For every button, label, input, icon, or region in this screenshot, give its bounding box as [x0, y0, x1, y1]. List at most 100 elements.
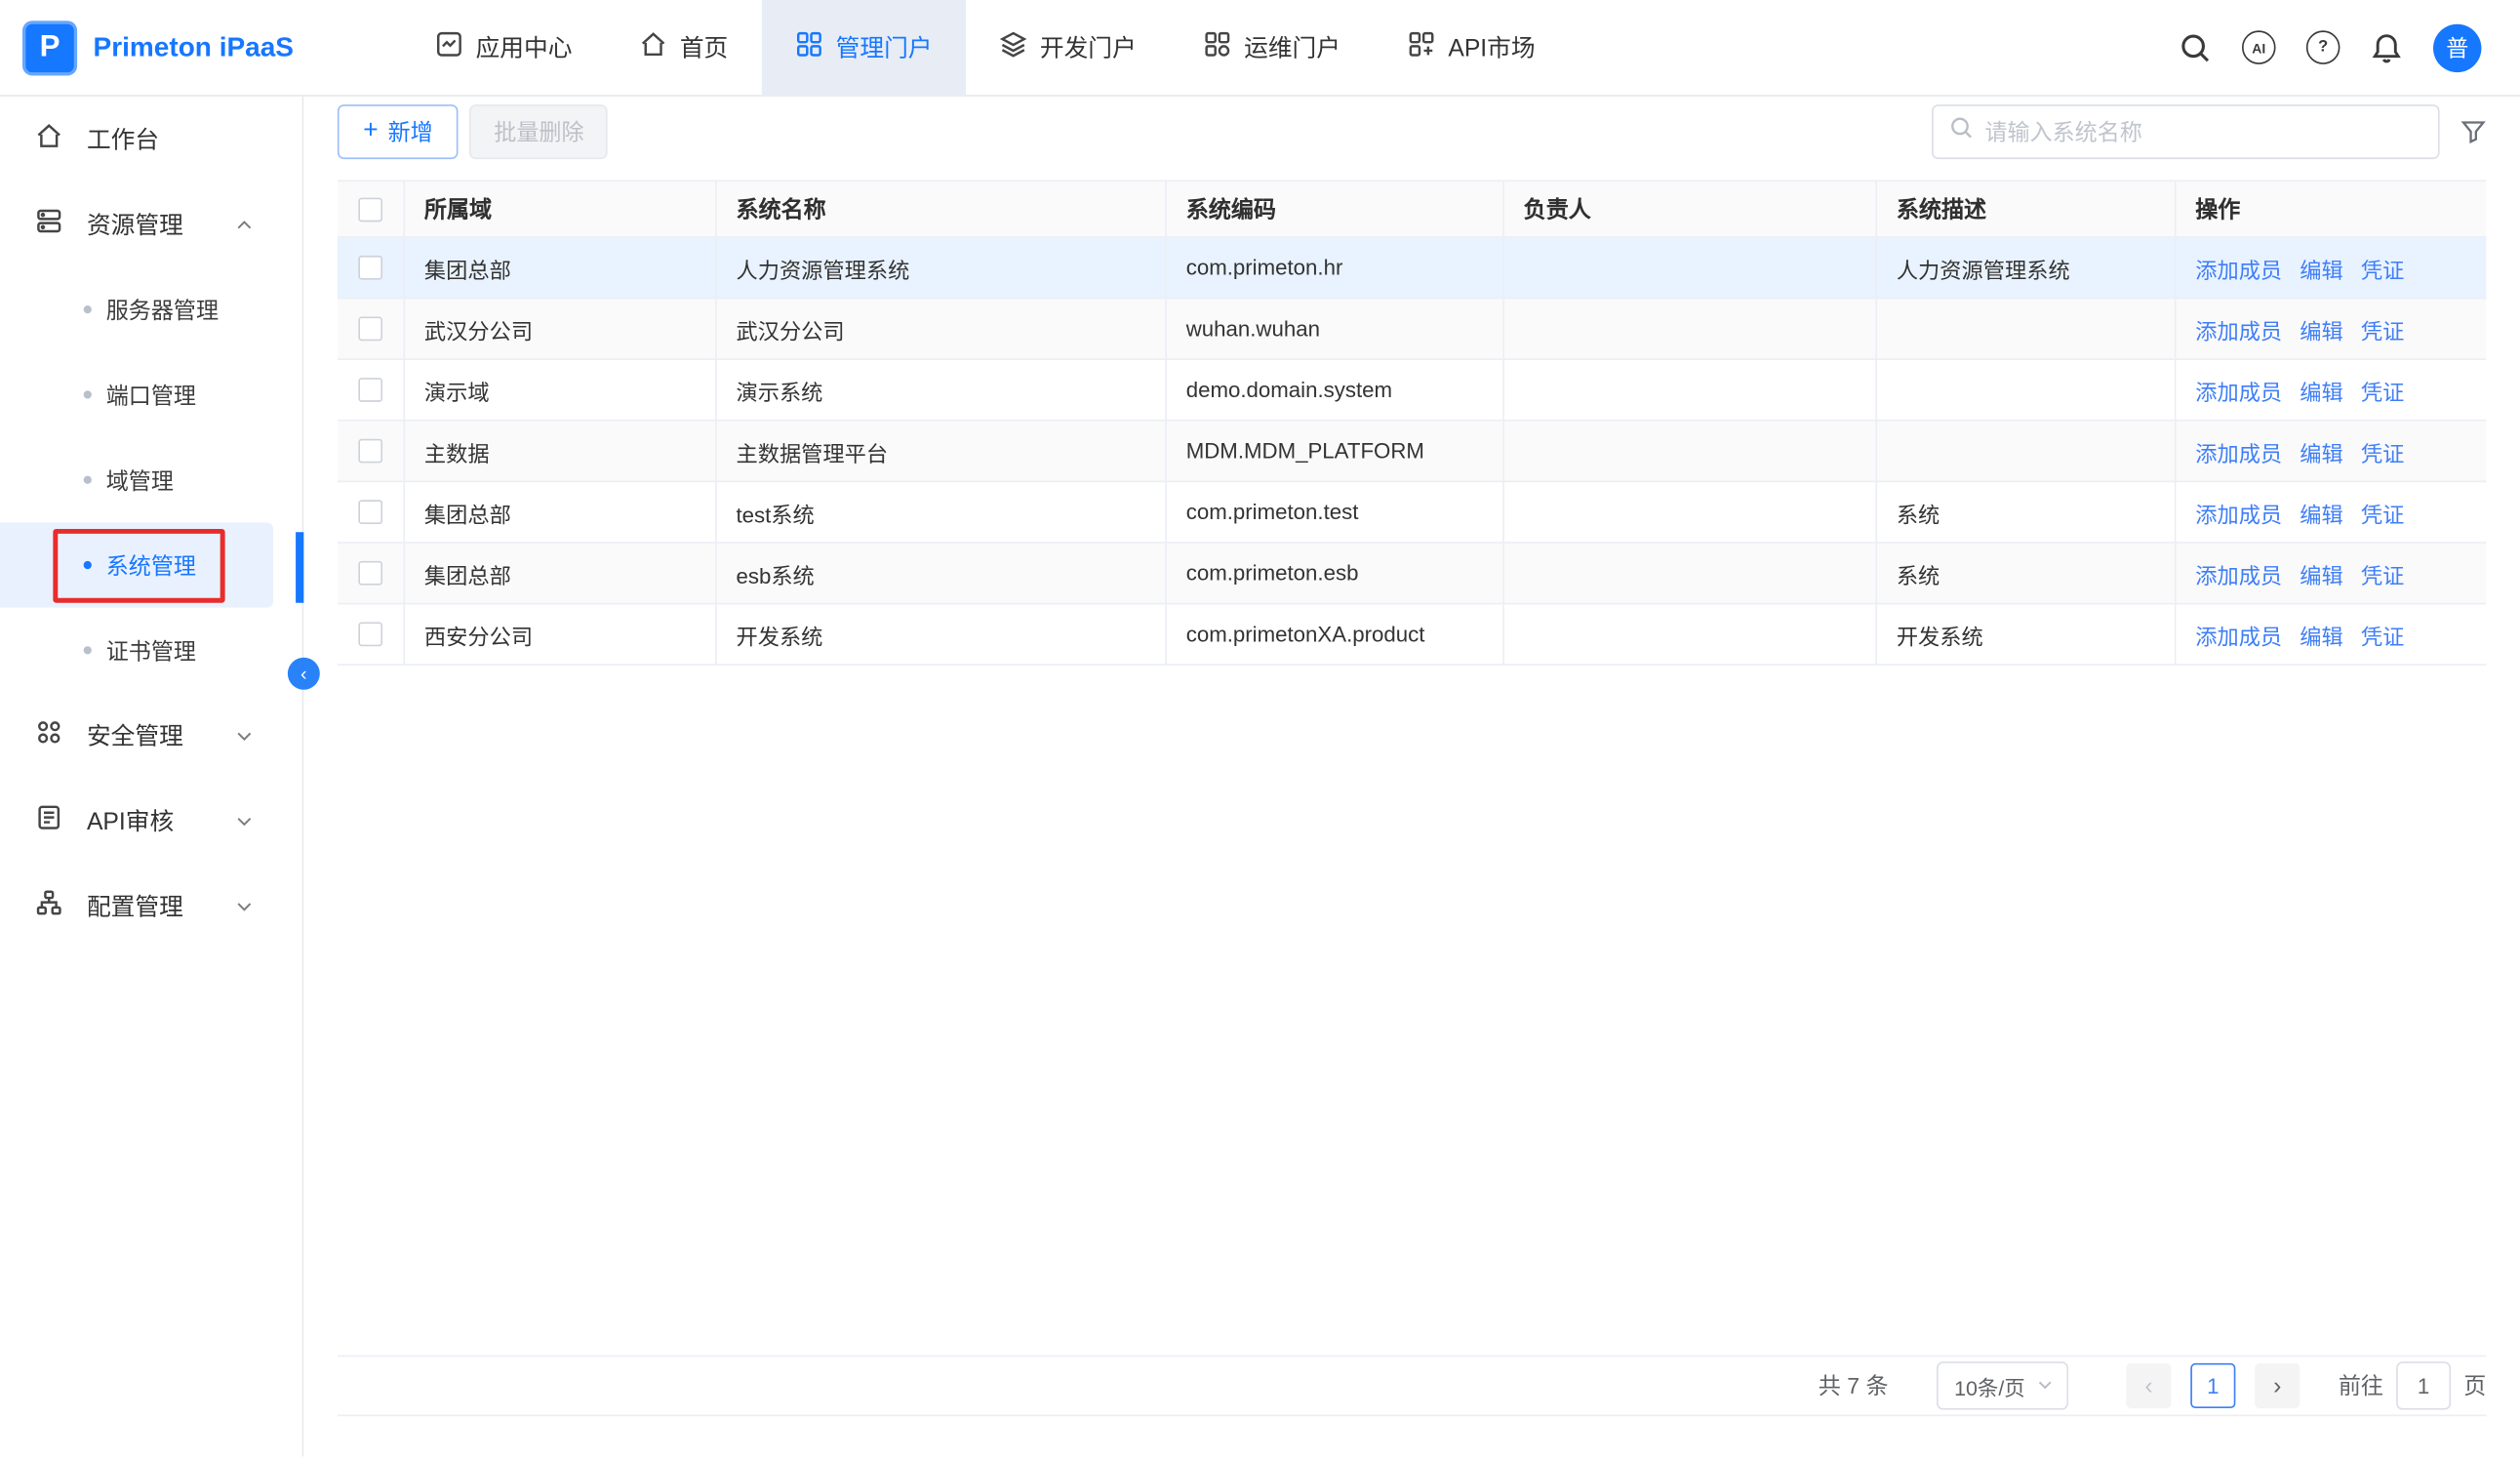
sidebar-item-domain-management[interactable]: 域管理	[0, 437, 302, 522]
sidebar-group-resource-management[interactable]: 资源管理	[0, 182, 302, 266]
page-number-button[interactable]: 1	[2190, 1363, 2235, 1408]
row-checkbox[interactable]	[358, 256, 382, 280]
cell-owner	[1504, 299, 1877, 358]
credential-link[interactable]: 凭证	[2361, 435, 2404, 467]
cell-owner	[1504, 544, 1877, 603]
search-area	[1932, 104, 2486, 159]
batch-delete-button[interactable]: 批量删除	[470, 104, 609, 159]
notification-bell-icon[interactable]	[2371, 31, 2403, 63]
cell-description: 人力资源管理系统	[1877, 238, 2176, 298]
credential-link[interactable]: 凭证	[2361, 618, 2404, 650]
row-checkbox[interactable]	[358, 500, 382, 524]
edit-link[interactable]: 编辑	[2300, 435, 2342, 467]
sidebar-label: 端口管理	[106, 379, 196, 411]
nav-api-market[interactable]: API市场	[1375, 0, 1570, 95]
add-member-link[interactable]: 添加成员	[2195, 557, 2282, 589]
cell-actions: 添加成员 编辑 凭证	[2176, 604, 2486, 664]
cell-description: 开发系统	[1877, 604, 2176, 664]
add-member-link[interactable]: 添加成员	[2195, 374, 2282, 406]
help-icon[interactable]: ?	[2306, 30, 2340, 64]
row-checkbox[interactable]	[358, 378, 382, 402]
sidebar-label: 证书管理	[106, 634, 196, 667]
row-checkbox[interactable]	[358, 561, 382, 586]
sidebar-group-api-review[interactable]: API审核	[0, 778, 302, 863]
cell-description: 系统	[1877, 482, 2176, 542]
table-row[interactable]: 主数据 主数据管理平台 MDM.MDM_PLATFORM 添加成员 编辑 凭证	[338, 422, 2486, 483]
cell-domain: 集团总部	[405, 238, 717, 298]
page-size-select[interactable]: 10条/页	[1937, 1361, 2068, 1409]
cell-actions: 添加成员 编辑 凭证	[2176, 299, 2486, 358]
sidebar-label: 资源管理	[87, 208, 183, 242]
search-icon[interactable]	[2180, 31, 2212, 63]
cell-domain: 演示域	[405, 360, 717, 420]
sidebar: 工作台 资源管理 服务器管理 端口管理 域管理 系统管理 证书管理	[0, 97, 303, 1457]
nav-label: 开发门户	[1040, 30, 1137, 64]
credential-link[interactable]: 凭证	[2361, 252, 2404, 284]
edit-link[interactable]: 编辑	[2300, 557, 2342, 589]
next-page-button[interactable]: ›	[2255, 1363, 2300, 1408]
sidebar-item-port-management[interactable]: 端口管理	[0, 352, 302, 437]
sidebar-item-system-management[interactable]: 系统管理	[0, 522, 273, 607]
sidebar-label: 服务器管理	[106, 294, 219, 326]
ai-assistant-icon[interactable]: AI	[2242, 30, 2276, 64]
plus-icon: +	[363, 119, 378, 144]
bullet-icon	[84, 476, 92, 484]
cell-actions: 添加成员 编辑 凭证	[2176, 238, 2486, 298]
add-button[interactable]: + 新增	[338, 104, 459, 159]
table-row[interactable]: 西安分公司 开发系统 com.primetonXA.product 开发系统 添…	[338, 604, 2486, 666]
column-header-owner: 负责人	[1504, 182, 1877, 236]
credential-link[interactable]: 凭证	[2361, 312, 2404, 344]
nav-ops-portal[interactable]: 运维门户	[1170, 0, 1374, 95]
table-row[interactable]: 武汉分公司 武汉分公司 wuhan.wuhan 添加成员 编辑 凭证	[338, 299, 2486, 360]
edit-link[interactable]: 编辑	[2300, 496, 2342, 528]
nav-app-center[interactable]: 应用中心	[402, 0, 606, 95]
add-member-link[interactable]: 添加成员	[2195, 435, 2282, 467]
user-avatar[interactable]: 普	[2433, 23, 2481, 71]
credential-link[interactable]: 凭证	[2361, 374, 2404, 406]
sidebar-item-workbench[interactable]: 工作台	[0, 97, 302, 182]
system-name-search-input[interactable]	[1984, 119, 2421, 144]
cell-owner	[1504, 604, 1877, 664]
add-member-link[interactable]: 添加成员	[2195, 312, 2282, 344]
chevron-up-icon	[235, 215, 255, 234]
filter-funnel-icon[interactable]	[2460, 119, 2486, 144]
bullet-icon	[84, 646, 92, 654]
top-nav: 应用中心 首页 管理门户 开发门户 运维门户 API市场	[402, 0, 1569, 95]
home-icon	[640, 30, 667, 64]
table-row[interactable]: 演示域 演示系统 demo.domain.system 添加成员 编辑 凭证	[338, 360, 2486, 422]
prev-page-button[interactable]: ‹	[2126, 1363, 2171, 1408]
table-row[interactable]: 集团总部 test系统 com.primeton.test 系统 添加成员 编辑…	[338, 482, 2486, 544]
sidebar-group-security-management[interactable]: 安全管理	[0, 693, 302, 778]
edit-link[interactable]: 编辑	[2300, 252, 2342, 284]
select-all-checkbox[interactable]	[358, 197, 382, 222]
sidebar-label: 配置管理	[87, 889, 183, 923]
credential-link[interactable]: 凭证	[2361, 557, 2404, 589]
row-checkbox[interactable]	[358, 317, 382, 342]
edit-link[interactable]: 编辑	[2300, 374, 2342, 406]
row-checkbox[interactable]	[358, 439, 382, 464]
edit-link[interactable]: 编辑	[2300, 312, 2342, 344]
nav-home[interactable]: 首页	[606, 0, 762, 95]
edit-link[interactable]: 编辑	[2300, 618, 2342, 650]
cell-actions: 添加成员 编辑 凭证	[2176, 422, 2486, 481]
column-header-actions: 操作	[2176, 182, 2486, 236]
sidebar-item-certificate-management[interactable]: 证书管理	[0, 608, 302, 693]
nav-dev-portal[interactable]: 开发门户	[966, 0, 1170, 95]
add-member-link[interactable]: 添加成员	[2195, 496, 2282, 528]
table-row[interactable]: 集团总部 人力资源管理系统 com.primeton.hr 人力资源管理系统 添…	[338, 238, 2486, 300]
empty-space	[338, 666, 2486, 1356]
credential-link[interactable]: 凭证	[2361, 496, 2404, 528]
add-member-link[interactable]: 添加成员	[2195, 618, 2282, 650]
sidebar-item-server-management[interactable]: 服务器管理	[0, 266, 302, 351]
row-checkbox[interactable]	[358, 623, 382, 647]
table-row[interactable]: 集团总部 esb系统 com.primeton.esb 系统 添加成员 编辑 凭…	[338, 544, 2486, 605]
nav-label: 首页	[680, 30, 728, 64]
cell-owner	[1504, 482, 1877, 542]
goto-page-input[interactable]	[2396, 1361, 2451, 1409]
add-member-link[interactable]: 添加成员	[2195, 252, 2282, 284]
sidebar-label: 安全管理	[87, 718, 183, 752]
sidebar-group-config-management[interactable]: 配置管理	[0, 864, 302, 949]
app-window: P Primeton iPaaS 应用中心 首页 管理门户 开发门户 运	[0, 0, 2520, 1456]
sidebar-collapse-toggle[interactable]: ‹	[288, 658, 320, 690]
nav-admin-portal[interactable]: 管理门户	[762, 0, 966, 95]
